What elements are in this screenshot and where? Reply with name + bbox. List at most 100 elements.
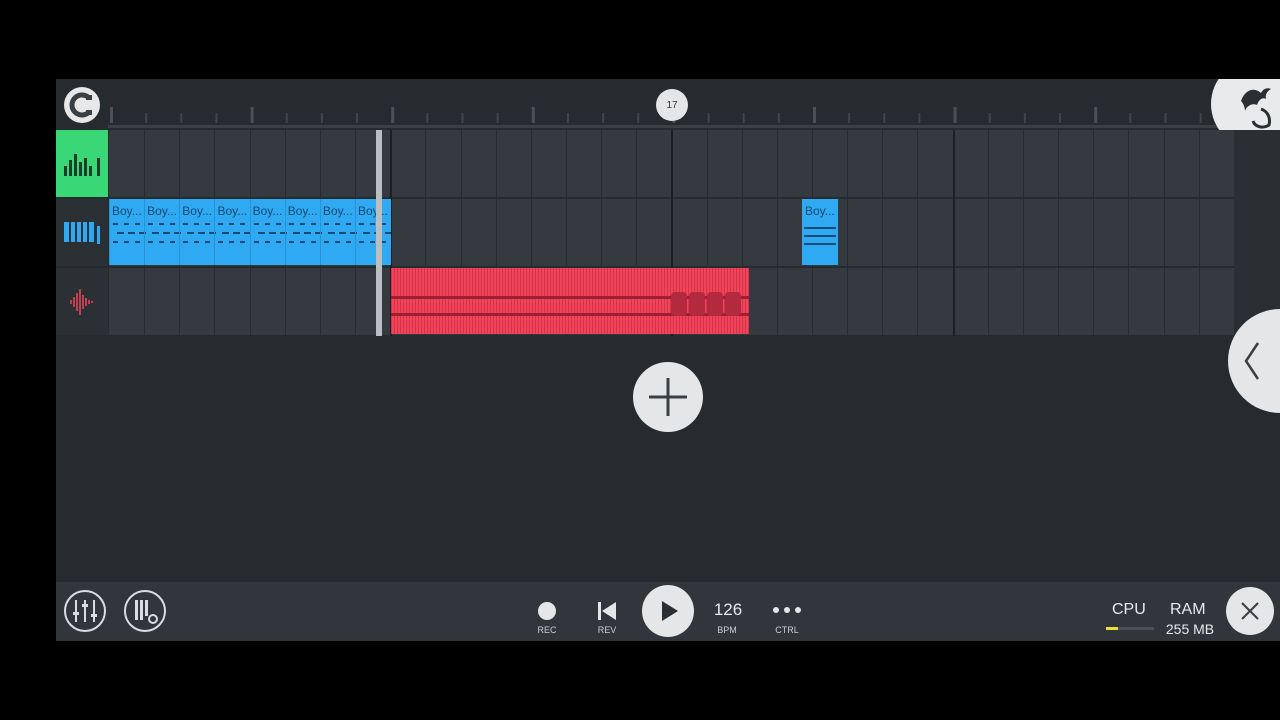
pattern-clip[interactable]: Boy... [355,199,391,265]
bpm-value[interactable]: 126 [703,600,753,620]
note-bar [183,241,189,243]
more-dots-icon [773,607,801,613]
grid-right-edge [1234,130,1280,336]
channel-settings-button[interactable] [124,590,166,632]
close-x-icon [1241,602,1259,620]
ruler-tick [250,107,254,123]
play-button[interactable] [642,585,694,637]
ruler-tick [637,113,640,123]
grid-line [847,130,849,336]
playlist-window: 17 Boy... Boy... Boy... Boy... Boy... Bo… [56,79,1280,641]
plus-icon [649,378,687,416]
add-track-button[interactable] [633,362,703,432]
note-bar [233,232,241,234]
pattern-clip[interactable]: Boy... [179,199,217,265]
grid-line [1058,130,1060,336]
time-marker-number: 17 [666,99,678,111]
note-bar [292,232,300,234]
note-bar [370,241,376,243]
ruler-tick [426,113,429,123]
close-button[interactable] [1226,587,1274,635]
mixer-sliders-icon [73,600,97,622]
grid-line [917,130,919,336]
ram-label: RAM [1170,601,1206,618]
rewind-button[interactable] [596,600,618,622]
grid-line [987,130,989,336]
ctrl-button[interactable] [770,602,806,618]
ruler-tick [356,113,359,123]
note-bar [124,241,129,243]
note-bar [264,223,270,225]
track-header-piano[interactable] [56,199,108,266]
pattern-clip-label: Boy... [147,204,177,218]
pattern-clip-label: Boy... [358,204,388,218]
ruler-tick [285,113,288,123]
note-bar [128,232,135,234]
note-bar [148,223,154,225]
ruler-tick [1199,113,1202,123]
note-bar [113,241,118,243]
note-bar [345,241,351,243]
note-bar [310,241,316,243]
pattern-clip[interactable]: Boy... [249,199,287,265]
playhead[interactable] [376,130,382,336]
note-bar [323,223,329,225]
record-button[interactable] [538,602,556,620]
note-bar [218,223,224,225]
waveform-icon [70,288,93,315]
cpu-meter [1106,627,1154,630]
pattern-clip[interactable]: Boy... [109,199,146,265]
pattern-clip[interactable]: Boy... [319,199,357,265]
rev-label: REV [597,625,617,635]
note-bar [187,232,195,234]
note-bar [359,223,365,225]
note-bar [205,223,211,225]
ruler-tick [707,113,710,123]
note-bar [222,232,230,234]
note-bar [288,223,294,225]
note-bar [264,241,270,243]
note-bar [117,232,124,234]
note-bar [240,223,246,225]
ruler-tick [742,113,745,123]
ruler-tick [496,113,499,123]
pattern-clip[interactable]: Boy... [214,199,252,265]
note-bar [148,241,154,243]
ruler-tick [848,113,851,123]
note-bar [257,232,265,234]
ruler-tick [602,113,605,123]
piano-settings-icon [135,600,158,624]
ruler-tick [110,107,113,123]
pattern-clip-label: Boy... [112,204,142,218]
note-bar [163,232,171,234]
pattern-clip-label: Boy... [805,204,835,218]
pattern-clip[interactable]: Boy... [144,199,182,265]
track-header-audio[interactable] [56,268,108,335]
note-bar [299,223,305,225]
side-panel-toggle[interactable] [1228,309,1280,413]
note-bar [275,223,281,225]
pattern-clip[interactable]: Boy... [802,199,838,265]
pattern-clip[interactable]: Boy... [284,199,322,265]
grid-line [776,130,778,336]
playlist-grid[interactable]: Boy... Boy... Boy... Boy... Boy... Boy... Boy.… [109,130,1236,336]
note-bar [113,223,118,225]
note-bar [240,241,246,243]
track-header-mixer[interactable] [56,130,108,197]
note-bar [327,232,335,234]
ruler-tick [215,113,218,123]
time-marker[interactable]: 17 [656,89,688,121]
ruler-tick [953,107,957,123]
mixer-button[interactable] [64,590,106,632]
cpu-label: CPU [1112,601,1146,618]
ruler-tick [180,113,183,123]
snap-magnet-button[interactable] [64,87,100,123]
note-bar [385,232,391,234]
note-bar [334,241,340,243]
note-bar [334,223,340,225]
note-bar [170,241,176,243]
audio-clip[interactable] [391,268,749,334]
ruler-tick [813,107,816,123]
pattern-clip-group[interactable]: Boy... Boy... Boy... Boy... Boy... Boy... Boy.… [109,199,391,265]
note-bar [159,241,165,243]
